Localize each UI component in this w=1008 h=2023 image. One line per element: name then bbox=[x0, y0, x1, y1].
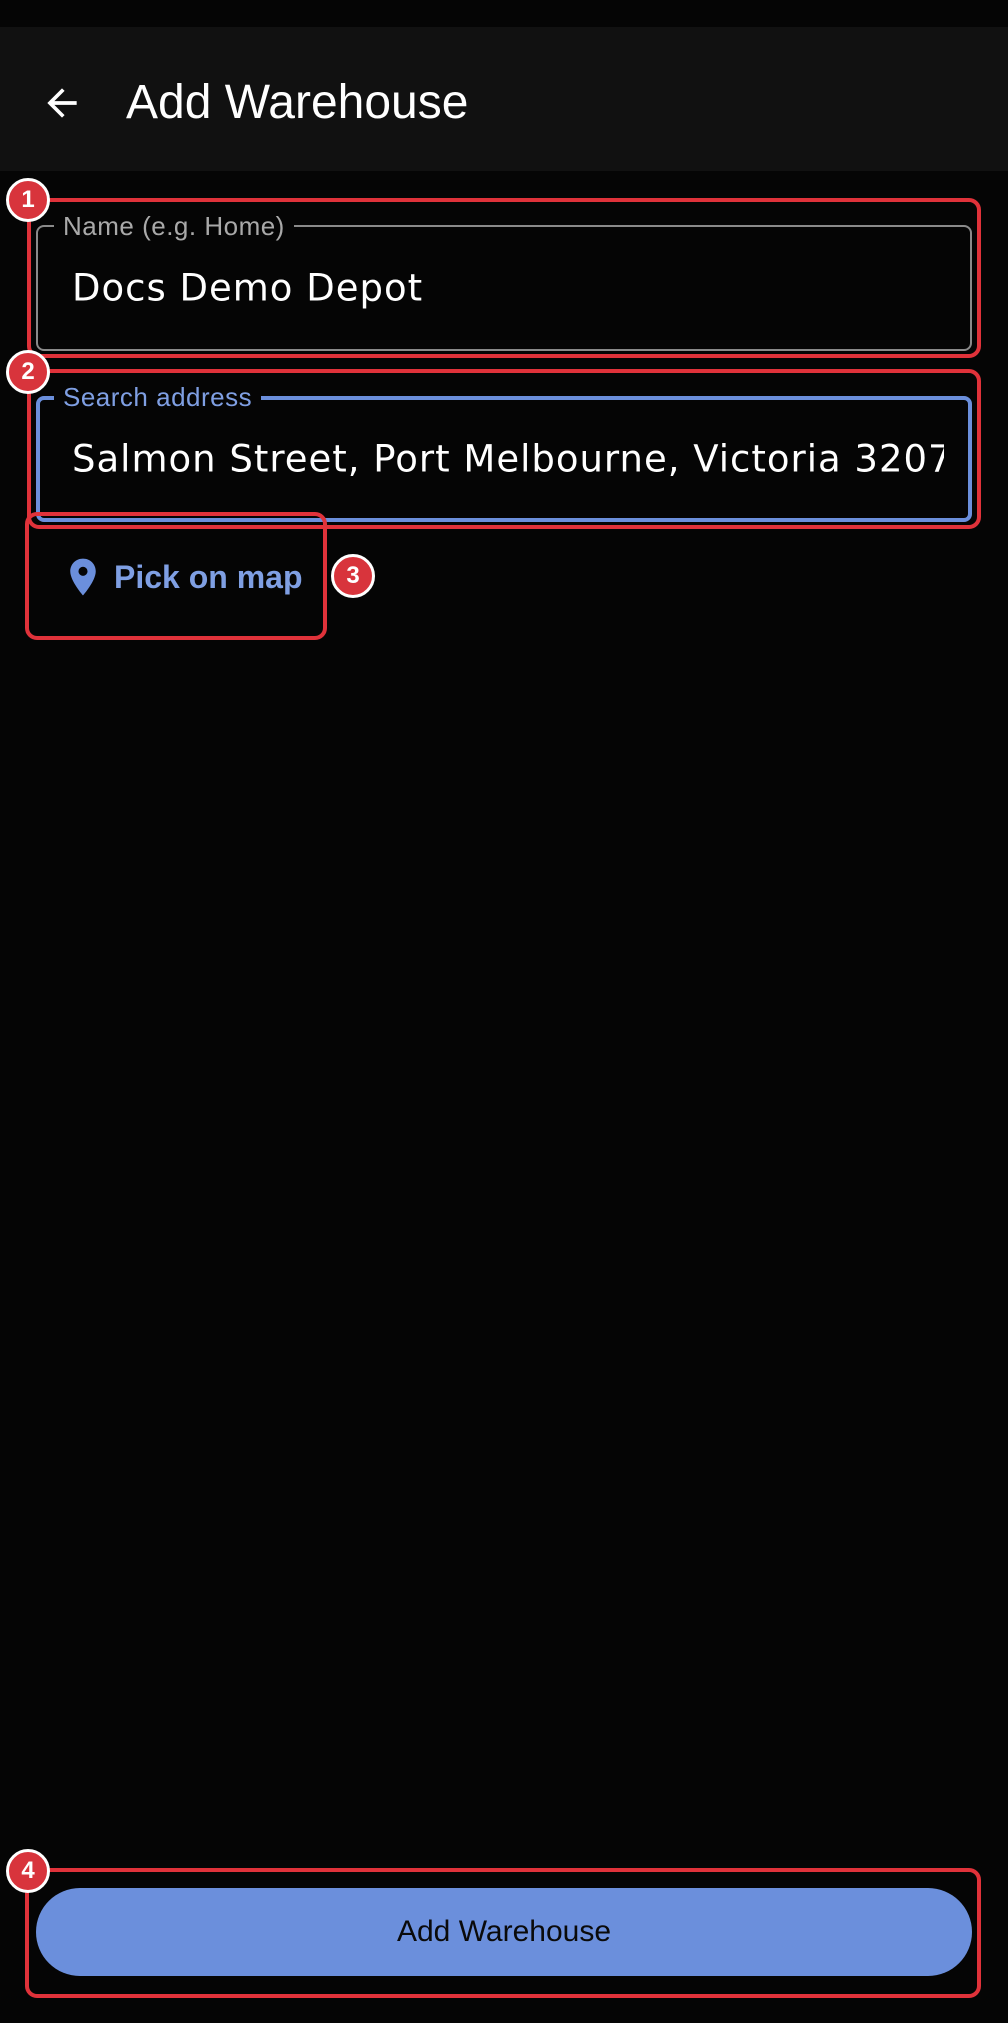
add-warehouse-button-label: Add Warehouse bbox=[396, 1915, 611, 1948]
name-field[interactable]: Name (e.g. Home) bbox=[36, 210, 972, 351]
annotation-badge-2: 2 bbox=[6, 350, 50, 394]
status-bar bbox=[0, 0, 1008, 27]
annotation-badge-3: 3 bbox=[331, 554, 375, 598]
pick-on-map-button[interactable]: Pick on map bbox=[40, 534, 312, 620]
back-button[interactable] bbox=[30, 71, 94, 135]
address-field-label: Search address bbox=[54, 381, 262, 413]
name-input[interactable] bbox=[72, 266, 946, 310]
add-warehouse-button[interactable]: Add Warehouse bbox=[36, 1888, 972, 1976]
pick-on-map-label: Pick on map bbox=[114, 558, 303, 595]
annotation-badge-4: 4 bbox=[6, 1849, 50, 1893]
annotation-badge-1: 1 bbox=[6, 178, 50, 222]
app-bar: Add Warehouse bbox=[0, 27, 1008, 171]
address-search-input[interactable] bbox=[72, 437, 944, 481]
map-pin-icon bbox=[70, 558, 96, 596]
address-search-field[interactable]: Search address bbox=[36, 381, 972, 522]
page-title: Add Warehouse bbox=[126, 76, 469, 129]
arrow-left-icon bbox=[47, 88, 77, 118]
name-field-label: Name (e.g. Home) bbox=[54, 210, 294, 242]
